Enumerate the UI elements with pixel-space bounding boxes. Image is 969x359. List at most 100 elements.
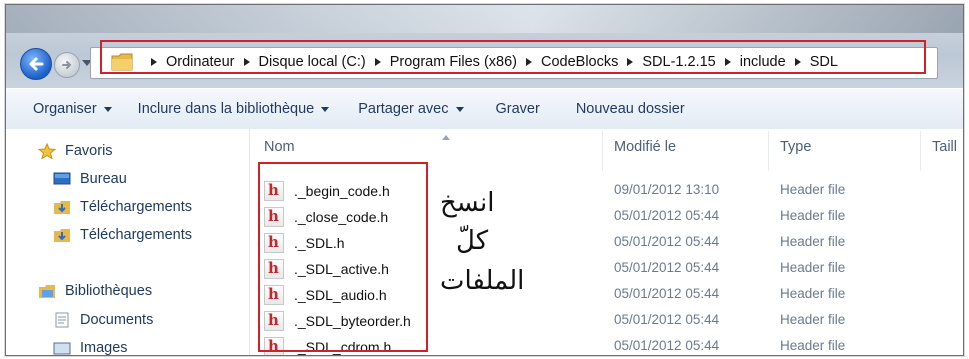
file-name: ._SDL.h: [294, 235, 345, 251]
column-header-size[interactable]: Taill: [932, 139, 957, 155]
sidebar-item-label: Téléchargements: [80, 199, 193, 215]
navigation-pane: Favoris Bureau Téléchargements Télécharg…: [6, 129, 250, 355]
sort-ascending-icon: [442, 135, 450, 140]
column-divider[interactable]: [768, 131, 769, 171]
back-arrow-icon: [29, 57, 44, 71]
table-row[interactable]: h ._SDL_audio.h 05/01/2012 05:44 Header …: [250, 281, 963, 307]
title-bar-blur: [6, 5, 963, 33]
file-name: ._close_code.h: [294, 209, 389, 225]
include-in-library-label: Inclure dans la bibliothèque: [137, 101, 315, 117]
file-name: ._begin_code.h: [294, 183, 390, 199]
breadcrumb-item-computer[interactable]: Ordinateur: [166, 54, 235, 70]
file-modified: 05/01/2012 05:44: [614, 338, 720, 353]
sidebar-item-images[interactable]: Images: [53, 340, 128, 356]
downloads-folder-icon: [54, 201, 70, 214]
include-in-library-menu[interactable]: Inclure dans la bibliothèque: [138, 101, 330, 117]
table-row[interactable]: h ._SDL_byteorder.h 05/01/2012 05:44 Hea…: [250, 307, 963, 333]
breadcrumb-item-sdl[interactable]: SDL: [810, 54, 838, 70]
breadcrumb-separator-icon[interactable]: [243, 58, 250, 66]
explorer-window: Ordinateur Disque local (C:) Program Fil…: [5, 4, 964, 356]
organize-label: Organiser: [33, 101, 97, 117]
breadcrumb-separator-icon[interactable]: [151, 58, 157, 66]
column-divider[interactable]: [602, 131, 603, 171]
document-icon: [55, 312, 69, 328]
library-icon: [39, 285, 55, 298]
table-row[interactable]: h ._begin_code.h 09/01/2012 13:10 Header…: [250, 177, 963, 203]
file-modified: 05/01/2012 05:44: [614, 286, 720, 301]
header-file-icon: h: [264, 285, 284, 305]
column-header-name[interactable]: Nom: [264, 139, 295, 155]
file-modified: 05/01/2012 05:44: [614, 234, 720, 249]
command-bar: Organiser Inclure dans la bibliothèque P…: [6, 88, 963, 130]
breadcrumb-separator-icon[interactable]: [724, 58, 731, 66]
breadcrumb-separator-icon[interactable]: [794, 58, 801, 66]
star-icon: [38, 143, 56, 159]
folder-icon: [111, 53, 133, 71]
share-with-label: Partager avec: [358, 101, 449, 117]
header-file-icon: h: [264, 233, 284, 253]
title-bar: Ordinateur Disque local (C:) Program Fil…: [6, 5, 963, 88]
breadcrumb-separator-icon[interactable]: [627, 58, 634, 66]
file-type: Header file: [780, 208, 846, 223]
sidebar-item-desktop[interactable]: Bureau: [53, 171, 127, 187]
header-file-icon: h: [264, 311, 284, 331]
sidebar-item-downloads-2[interactable]: Téléchargements: [53, 227, 192, 243]
organize-menu[interactable]: Organiser: [33, 101, 112, 117]
breadcrumb-item-codeblocks[interactable]: CodeBlocks: [541, 54, 618, 70]
file-modified: 05/01/2012 05:44: [614, 260, 720, 275]
breadcrumb-item-program-files[interactable]: Program Files (x86): [390, 54, 517, 70]
sidebar-item-label: Documents: [80, 312, 154, 328]
new-folder-label: Nouveau dossier: [575, 101, 685, 117]
chevron-down-icon: [103, 106, 112, 112]
header-file-icon: h: [264, 207, 284, 227]
file-modified: 05/01/2012 05:44: [614, 208, 720, 223]
file-type: Header file: [780, 260, 846, 275]
share-with-menu[interactable]: Partager avec: [358, 101, 464, 117]
file-list: Nom Modifié le Type Taill h ._begin_code…: [250, 129, 963, 355]
breadcrumb-separator-icon[interactable]: [526, 58, 532, 66]
file-name: ._SDL_cdrom.h: [294, 339, 392, 355]
table-row[interactable]: h ._SDL.h 05/01/2012 05:44 Header file: [250, 229, 963, 255]
file-modified: 05/01/2012 05:44: [614, 312, 720, 327]
sidebar-item-libraries[interactable]: Bibliothèques: [38, 283, 152, 299]
file-modified: 09/01/2012 13:10: [614, 182, 720, 197]
sidebar-item-label: Images: [80, 340, 128, 356]
sidebar-item-documents[interactable]: Documents: [53, 312, 153, 328]
chevron-down-icon: [321, 106, 330, 112]
column-divider[interactable]: [920, 131, 921, 171]
annotation-line-2: كلّ: [456, 226, 489, 256]
chevron-down-icon: [455, 106, 464, 112]
burn-label: Graver: [495, 101, 540, 117]
downloads-folder-icon: [54, 229, 70, 242]
sidebar-item-downloads[interactable]: Téléchargements: [53, 199, 192, 215]
breadcrumb-item-sdl-version[interactable]: SDL-1.2.15: [642, 54, 715, 70]
file-type: Header file: [780, 312, 846, 327]
file-name: ._SDL_byteorder.h: [294, 313, 411, 329]
column-header-type[interactable]: Type: [780, 139, 811, 155]
sidebar-item-label: Téléchargements: [80, 227, 193, 243]
table-row[interactable]: h ._SDL_active.h 05/01/2012 05:44 Header…: [250, 255, 963, 281]
images-icon: [53, 342, 71, 355]
breadcrumb: Ordinateur Disque local (C:) Program Fil…: [142, 52, 838, 72]
breadcrumb-item-local-disk[interactable]: Disque local (C:): [259, 54, 366, 70]
header-file-icon: h: [264, 181, 284, 201]
header-file-icon: h: [264, 259, 284, 279]
table-row[interactable]: h ._SDL_cdrom.h 05/01/2012 05:44 Header …: [250, 333, 963, 355]
file-name: ._SDL_active.h: [294, 261, 389, 277]
file-type: Header file: [780, 286, 846, 301]
favorites-label: Favoris: [65, 143, 113, 159]
desktop-icon: [53, 172, 71, 185]
new-folder-button[interactable]: Nouveau dossier: [576, 101, 685, 117]
table-row[interactable]: h ._close_code.h 05/01/2012 05:44 Header…: [250, 203, 963, 229]
file-name: ._SDL_audio.h: [294, 287, 387, 303]
burn-button[interactable]: Graver: [496, 101, 540, 117]
forward-button[interactable]: [54, 52, 80, 78]
column-header-modified[interactable]: Modifié le: [614, 139, 676, 155]
annotation-line-1: انسخ: [440, 188, 495, 218]
back-button[interactable]: [20, 48, 52, 80]
sidebar-item-favorites[interactable]: Favoris: [38, 143, 113, 159]
file-type: Header file: [780, 338, 846, 353]
libraries-label: Bibliothèques: [65, 283, 153, 299]
breadcrumb-separator-icon[interactable]: [374, 58, 381, 66]
breadcrumb-item-include[interactable]: include: [740, 54, 786, 70]
